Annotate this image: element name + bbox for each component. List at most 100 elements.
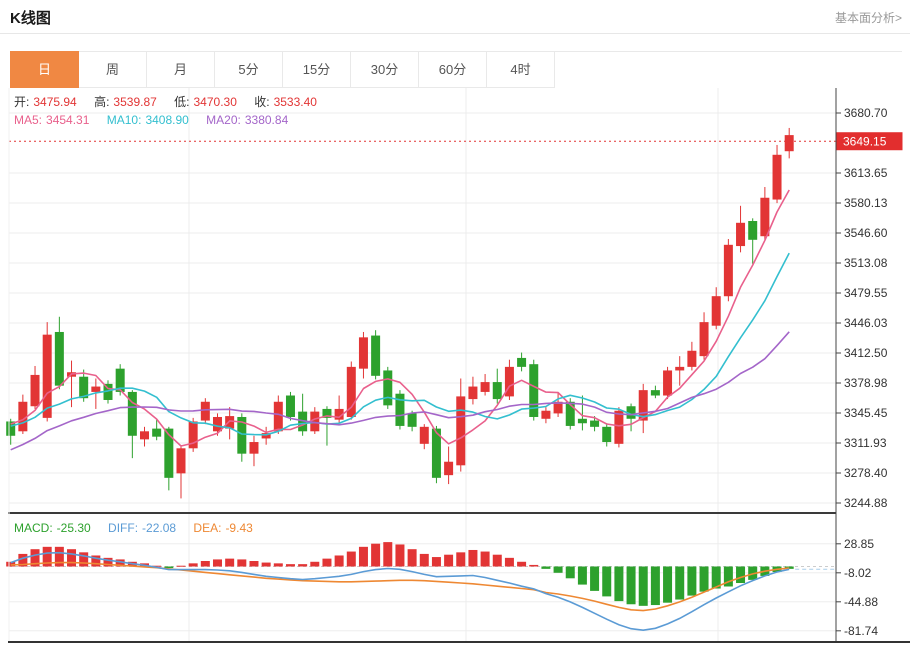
candle-body <box>468 387 477 400</box>
diff-label: DIFF: <box>108 521 138 535</box>
macd-hist-bar <box>347 552 356 567</box>
macd-hist-bar <box>505 558 514 567</box>
price-axis-label: 3513.08 <box>844 256 888 270</box>
price-axis-label: 3378.98 <box>844 376 888 390</box>
candle-body <box>371 336 380 376</box>
candle-body <box>359 337 368 368</box>
tab-day[interactable]: 日 <box>10 51 79 88</box>
macd-label: MACD: <box>14 521 53 535</box>
macd-hist-bar <box>286 564 295 566</box>
macd-hist-bar <box>663 567 672 603</box>
price-axis-label: 3345.45 <box>844 406 888 420</box>
candle-body <box>493 382 502 399</box>
candle-body <box>481 382 490 392</box>
macd-hist-bar <box>213 559 222 566</box>
candle-body <box>43 335 52 418</box>
low-label: 低: <box>174 95 189 109</box>
candle-body <box>420 427 429 444</box>
macd-hist-bar <box>201 561 210 567</box>
candle-body <box>602 427 611 442</box>
macd-hist-bar <box>371 544 380 567</box>
candle-body <box>687 351 696 367</box>
candle-body <box>55 332 64 386</box>
price-axis-label: 3680.70 <box>844 106 888 120</box>
diff-value: -22.08 <box>142 521 176 535</box>
macd-hist-bar <box>481 552 490 567</box>
macd-hist-bar <box>602 567 611 597</box>
candle-body <box>456 396 465 465</box>
ma10-label: MA10: <box>107 113 142 127</box>
candle-body <box>164 429 173 478</box>
candle-body <box>31 375 40 406</box>
candle-body <box>724 245 733 296</box>
price-axis-label: 3580.13 <box>844 196 888 210</box>
close-value: 3533.40 <box>274 95 317 109</box>
current-price-value: 3649.15 <box>843 135 887 149</box>
macd-hist-bar <box>700 567 709 592</box>
macd-hist-bar <box>237 559 246 566</box>
kline-page: { "header": { "title": "K线图", "link_labe… <box>0 0 910 646</box>
price-axis-label: 3244.88 <box>844 496 888 510</box>
candle-body <box>748 221 757 240</box>
dea-value: -9.43 <box>225 521 252 535</box>
ma5-value: 3454.31 <box>46 113 89 127</box>
candle-body <box>517 358 526 367</box>
macd-hist-bar <box>176 566 185 567</box>
candle-body <box>736 223 745 246</box>
price-axis-label: 3613.65 <box>844 166 888 180</box>
candle-body <box>286 396 295 417</box>
macd-hist-bar <box>189 563 198 566</box>
ma20-label: MA20: <box>206 113 241 127</box>
macd-hist-bar <box>395 544 404 566</box>
macd-axis-label: -81.74 <box>844 624 878 638</box>
macd-hist-bar <box>566 567 575 579</box>
price-axis-label: 3546.60 <box>844 226 888 240</box>
open-value: 3475.94 <box>33 95 76 109</box>
ohlc-info-row: 开:3475.94 高:3539.87 低:3470.30 收:3533.40 <box>14 93 321 110</box>
candle-body <box>140 431 149 439</box>
macd-hist-bar <box>420 554 429 567</box>
high-label: 高: <box>94 95 109 109</box>
candle-body <box>614 411 623 444</box>
price-axis-label: 3412.50 <box>844 346 888 360</box>
candle-body <box>712 296 721 326</box>
candle-body <box>91 387 100 392</box>
macd-hist-bar <box>687 567 696 596</box>
macd-hist-bar <box>383 542 392 566</box>
ma20-value: 3380.84 <box>245 113 288 127</box>
macd-hist-bar <box>639 567 648 606</box>
macd-hist-bar <box>736 567 745 584</box>
macd-hist-bar <box>408 549 417 566</box>
macd-hist-bar <box>79 552 88 566</box>
candle-body <box>176 448 185 473</box>
candle-body <box>663 370 672 395</box>
candle-body <box>578 419 587 423</box>
open-label: 开: <box>14 95 29 109</box>
price-axis-label: 3479.55 <box>844 286 888 300</box>
low-value: 3470.30 <box>194 95 237 109</box>
candle-body <box>249 442 258 454</box>
macd-hist-bar <box>468 550 477 567</box>
candle-body <box>383 370 392 405</box>
candle-body <box>651 390 660 395</box>
candle-body <box>152 429 161 437</box>
macd-hist-bar <box>298 564 307 566</box>
candle-body <box>408 413 417 426</box>
macd-hist-bar <box>493 555 502 567</box>
candle-body <box>541 411 550 419</box>
price-axis-label: 3446.03 <box>844 316 888 330</box>
macd-hist-bar <box>310 562 319 567</box>
macd-hist-bar <box>262 563 271 567</box>
macd-hist-bar <box>541 567 550 569</box>
macd-hist-bar <box>627 567 636 605</box>
macd-hist-bar <box>432 557 441 566</box>
macd-hist-bar <box>322 559 331 567</box>
macd-hist-bar <box>554 567 563 573</box>
macd-hist-bar <box>456 552 465 566</box>
candle-body <box>760 198 769 236</box>
candle-body <box>773 155 782 200</box>
candle-body <box>274 402 283 432</box>
candle-body <box>201 402 210 421</box>
candle-body <box>785 135 794 151</box>
macd-hist-bar <box>335 555 344 566</box>
